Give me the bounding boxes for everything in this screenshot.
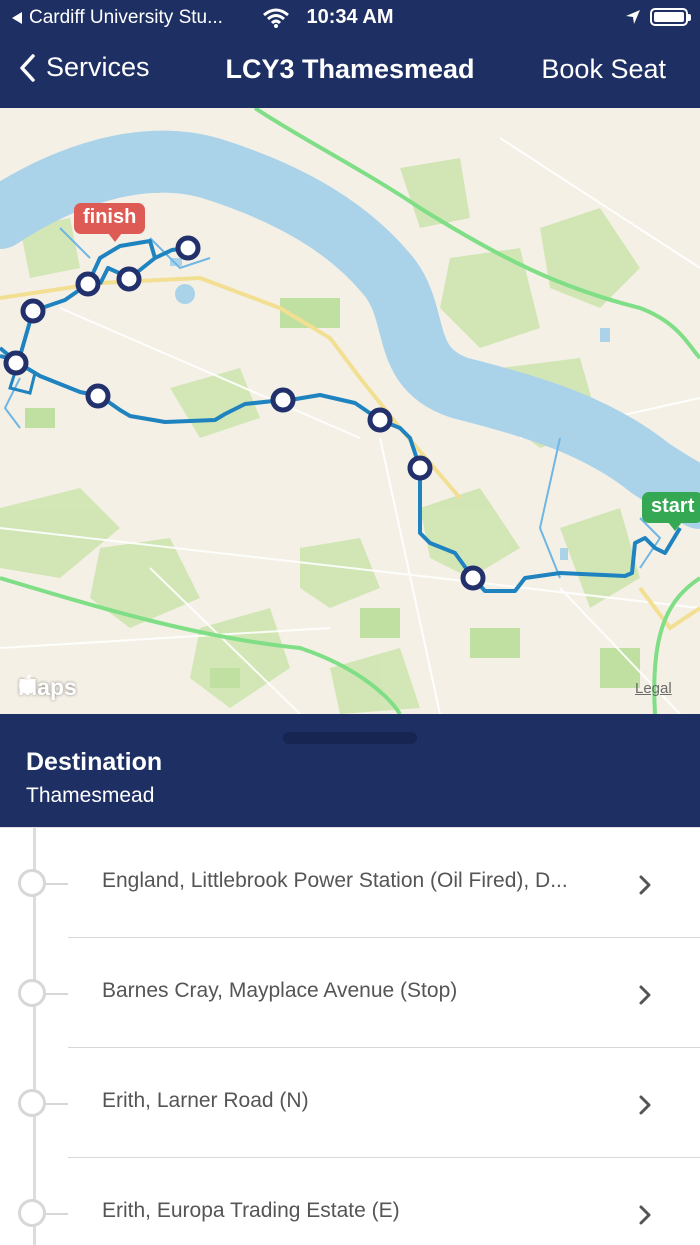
clock: 10:34 AM — [306, 6, 394, 28]
maps-attribution: Maps — [18, 674, 77, 701]
start-marker[interactable]: start — [642, 492, 700, 531]
location-arrow-icon — [626, 10, 640, 24]
navigation-bar: Services LCY3 Thamesmead Book Seat — [0, 36, 700, 108]
chevron-right-icon — [639, 1205, 651, 1225]
stop-name: Erith, Europa Trading Estate (E) — [102, 1199, 400, 1222]
apple-icon — [19, 674, 35, 694]
destination-panel: Destination Thamesmead — [0, 714, 700, 827]
stop-name: Erith, Larner Road (N) — [102, 1089, 309, 1112]
map-canvas — [0, 108, 700, 714]
status-bar: Cardiff University Stu... 10:34 AM — [0, 0, 700, 36]
stops-list[interactable]: England, Littlebrook Power Station (Oil … — [0, 827, 700, 1245]
timeline-tick — [46, 883, 68, 885]
stop-name: England, Littlebrook Power Station (Oil … — [102, 869, 568, 892]
stop-dot-icon — [18, 979, 46, 1007]
chevron-right-icon — [639, 1095, 651, 1115]
chevron-right-icon — [639, 985, 651, 1005]
timeline-tick — [46, 993, 68, 995]
stop-row[interactable]: Erith, Larner Road (N) — [0, 1048, 700, 1158]
stop-dot-icon — [18, 1199, 46, 1227]
stop-name: Barnes Cray, Mayplace Avenue (Stop) — [102, 979, 458, 1002]
destination-label: Destination — [26, 748, 163, 776]
book-seat-button[interactable]: Book Seat — [541, 54, 666, 85]
timeline-tick — [46, 1103, 68, 1105]
drag-handle[interactable] — [283, 732, 417, 744]
battery-icon — [650, 8, 691, 26]
stop-dot-icon — [18, 869, 46, 897]
stop-dot-icon — [18, 1089, 46, 1117]
destination-value: Thamesmead — [26, 784, 155, 807]
chevron-right-icon — [639, 875, 651, 895]
stop-row[interactable]: Barnes Cray, Mayplace Avenue (Stop) — [0, 938, 700, 1048]
stop-row[interactable]: Erith, Europa Trading Estate (E) — [0, 1158, 700, 1245]
legal-link[interactable]: Legal — [635, 680, 672, 697]
timeline-tick — [46, 1213, 68, 1215]
finish-marker[interactable]: finish — [74, 203, 146, 242]
route-map[interactable]: finish start Maps Legal — [0, 108, 700, 714]
stop-row[interactable]: England, Littlebrook Power Station (Oil … — [0, 828, 700, 938]
